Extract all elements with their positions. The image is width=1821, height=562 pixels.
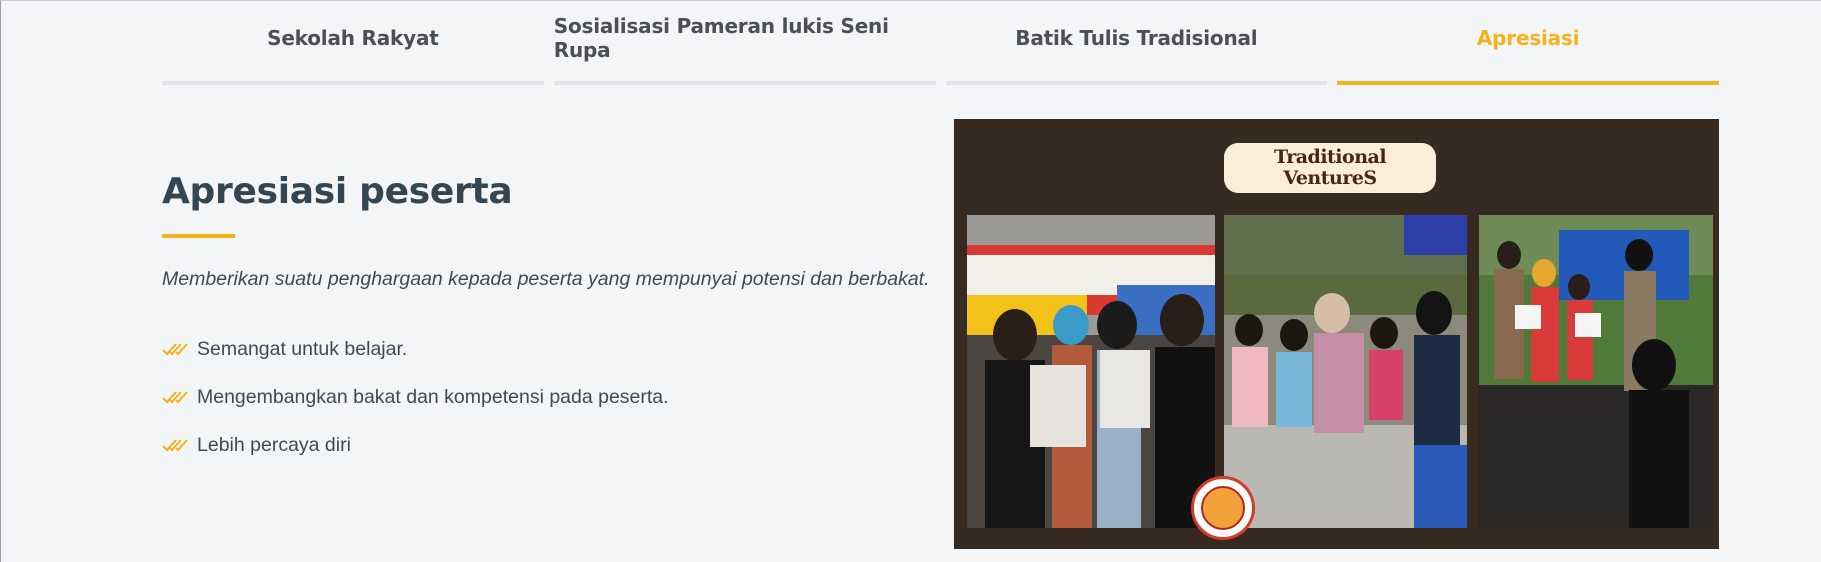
double-check-icon [162,391,188,404]
tab-label: Sosialisasi Pameran lukis Seni Rupa [553,14,889,62]
tab-sosialisasi-pameran[interactable]: Sosialisasi Pameran lukis Seni Rupa [553,1,936,85]
double-check-icon [162,439,188,452]
point-text: Mengembangkan bakat dan kompetensi pada … [197,385,669,408]
list-item: Lebih percaya diri [162,421,942,469]
tab-label: Sekolah Rakyat [267,26,439,50]
tab-sekolah-rakyat[interactable]: Sekolah Rakyat [162,1,544,85]
list-item: Semangat untuk belajar. [162,325,942,373]
photo-lapak-belajar [1479,215,1713,528]
tab-batik-tulis[interactable]: Batik Tulis Tradisional [945,1,1328,85]
tab-label: Apresiasi [1476,26,1580,50]
section-heading: Apresiasi peserta [162,171,513,212]
tab-bar: Sekolah Rakyat Sosialisasi Pameran lukis… [162,1,1719,85]
list-item: Mengembangkan bakat dan kompetensi pada … [162,373,942,421]
point-text: Lebih percaya diri [197,433,351,456]
tab-apresiasi[interactable]: Apresiasi [1337,1,1719,85]
sekolah-rakyat-badge-logo [1191,476,1255,540]
photo-collage: Traditional VentureS [954,119,1719,549]
tab-label: Batik Tulis Tradisional [1015,26,1258,50]
section-description: Memberikan suatu penghargaan kepada pese… [162,268,930,290]
photo-group-sitting [1224,215,1467,528]
heading-underline [162,234,235,238]
traditional-ventures-logo: Traditional VentureS [1224,143,1436,193]
point-text: Semangat untuk belajar. [197,337,408,360]
photo-children-drawings [967,215,1215,528]
content-panel: Apresiasi peserta Memberikan suatu pengh… [162,171,942,469]
logo-line-2: VentureS [1283,167,1377,189]
logo-line-1: Traditional [1273,146,1387,168]
points-list: Semangat untuk belajar. Mengembangkan ba… [162,325,942,469]
double-check-icon [162,343,188,356]
